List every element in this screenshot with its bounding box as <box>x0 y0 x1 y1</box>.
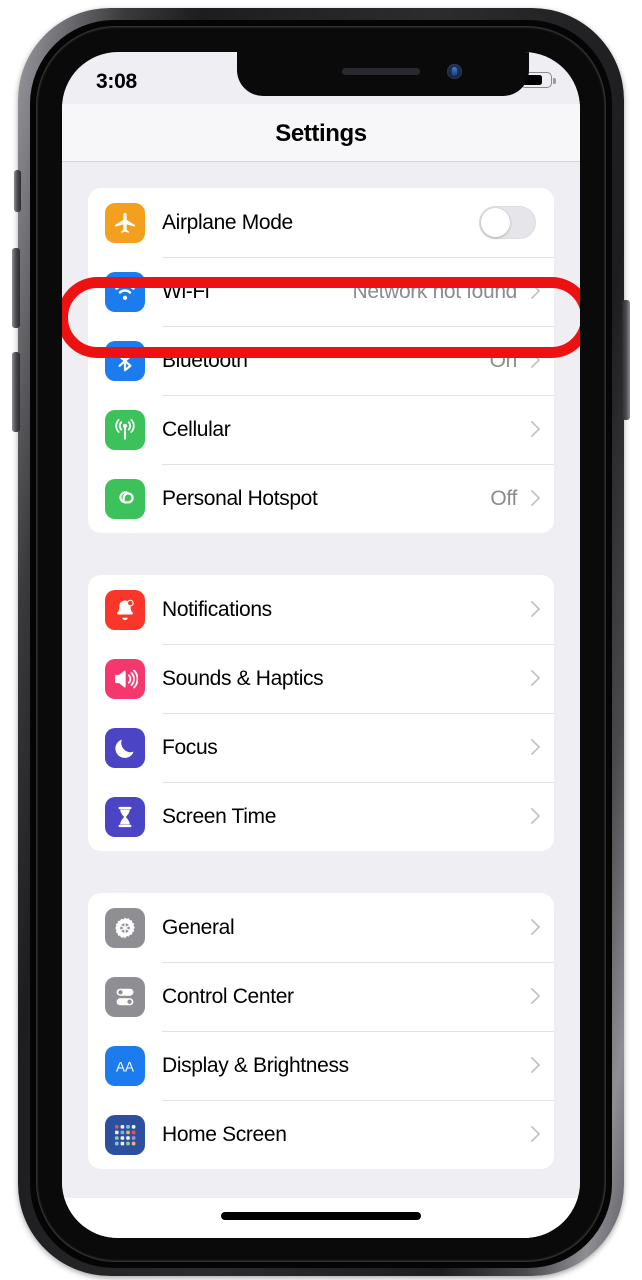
row-accessory <box>526 601 536 618</box>
row-accessory <box>526 1057 536 1074</box>
airplane-mode-row[interactable]: Airplane Mode <box>88 188 554 257</box>
chevron-right-icon <box>526 808 536 825</box>
row-accessory <box>517 421 536 438</box>
bluetooth-status-value: On <box>489 348 518 372</box>
row-accessory <box>526 808 536 825</box>
page-title: Settings <box>275 120 367 147</box>
chevron-right-icon <box>526 988 536 1005</box>
row-accessory <box>526 670 536 687</box>
row-label: Screen Time <box>162 804 277 828</box>
chevron-right-icon <box>526 919 536 936</box>
personal-hotspot-icon <box>105 478 145 519</box>
row-accessory <box>479 206 536 239</box>
bluetooth-icon <box>105 340 145 381</box>
row-accessory <box>526 1126 536 1143</box>
airplane-icon <box>105 202 145 243</box>
row-label: General <box>162 915 235 939</box>
airplane-mode-toggle[interactable] <box>479 206 536 239</box>
wifi-status-value: Network not found <box>352 279 518 303</box>
row-label: Focus <box>162 735 218 759</box>
chevron-right-icon <box>526 601 536 618</box>
notch <box>237 52 529 96</box>
bell-icon <box>105 589 145 630</box>
notifications-row[interactable]: Notifications <box>88 575 554 644</box>
chevron-right-icon <box>526 670 536 687</box>
row-label: Notifications <box>162 597 272 621</box>
row-accessory: Network not found <box>353 280 536 304</box>
home-screen-icon <box>105 1114 145 1155</box>
row-accessory <box>526 919 536 936</box>
row-label: Airplane Mode <box>162 210 293 234</box>
row-label: Control Center <box>162 984 294 1008</box>
speaker-icon <box>105 658 145 699</box>
row-label: Personal Hotspot <box>162 486 318 510</box>
row-label: Sounds & Haptics <box>162 666 324 690</box>
sounds-haptics-row[interactable]: Sounds & Haptics <box>88 644 554 713</box>
side-power-button[interactable] <box>622 300 630 420</box>
personal-hotspot-row[interactable]: Personal Hotspot Off <box>88 464 554 533</box>
front-camera-icon <box>447 64 462 79</box>
row-label: Display & Brightness <box>162 1053 349 1077</box>
row-label: Wi-Fi <box>162 279 210 303</box>
mute-switch-button[interactable] <box>14 170 21 212</box>
row-label: Bluetooth <box>162 348 248 372</box>
bluetooth-row[interactable]: Bluetooth On <box>88 326 554 395</box>
control-center-icon <box>105 976 145 1017</box>
settings-group-connectivity: Airplane Mode Wi-Fi Network not found Bl… <box>88 188 554 533</box>
row-label: Home Screen <box>162 1122 287 1146</box>
status-bar-time: 3:08 <box>96 70 137 93</box>
row-accessory <box>526 739 536 756</box>
screen-time-row[interactable]: Screen Time <box>88 782 554 851</box>
chevron-right-icon <box>526 1057 536 1074</box>
settings-group-system: General Control Center AA Display & Brig… <box>88 893 554 1169</box>
chevron-right-icon <box>526 283 536 300</box>
hotspot-status-value: Off <box>490 486 517 510</box>
earpiece-speaker-icon <box>342 68 420 75</box>
display-brightness-row[interactable]: AA Display & Brightness <box>88 1031 554 1100</box>
toggle-knob <box>481 208 510 237</box>
screenshot-stage: 3:08 Settings Airplane Mode Wi-Fi Networ… <box>0 0 642 1280</box>
wifi-row[interactable]: Wi-Fi Network not found <box>88 257 554 326</box>
chevron-right-icon <box>526 490 536 507</box>
phone-screen: 3:08 Settings Airplane Mode Wi-Fi Networ… <box>62 52 580 1238</box>
row-label: Cellular <box>162 417 231 441</box>
row-accessory <box>526 988 536 1005</box>
svg-text:AA: AA <box>116 1059 134 1074</box>
row-accessory: On <box>490 349 536 373</box>
display-brightness-icon: AA <box>105 1045 145 1086</box>
chevron-right-icon <box>526 352 536 369</box>
settings-group-alerts: Notifications Sounds & Haptics Focus Scr… <box>88 575 554 851</box>
hourglass-icon <box>105 796 145 837</box>
chevron-right-icon <box>526 421 536 438</box>
row-accessory: Off <box>490 487 536 511</box>
focus-row[interactable]: Focus <box>88 713 554 782</box>
navigation-bar: Settings <box>62 104 580 162</box>
volume-down-button[interactable] <box>12 352 20 432</box>
volume-up-button[interactable] <box>12 248 20 328</box>
cellular-row[interactable]: Cellular <box>88 395 554 464</box>
settings-list[interactable]: Airplane Mode Wi-Fi Network not found Bl… <box>62 162 580 1238</box>
control-center-row[interactable]: Control Center <box>88 962 554 1031</box>
general-row[interactable]: General <box>88 893 554 962</box>
chevron-right-icon <box>526 739 536 756</box>
home-screen-row[interactable]: Home Screen <box>88 1100 554 1169</box>
chevron-right-icon <box>526 1126 536 1143</box>
home-indicator[interactable] <box>221 1212 421 1220</box>
moon-icon <box>105 727 145 768</box>
wifi-icon <box>105 271 145 312</box>
cellular-antenna-icon <box>105 409 145 450</box>
gear-icon <box>105 907 145 948</box>
